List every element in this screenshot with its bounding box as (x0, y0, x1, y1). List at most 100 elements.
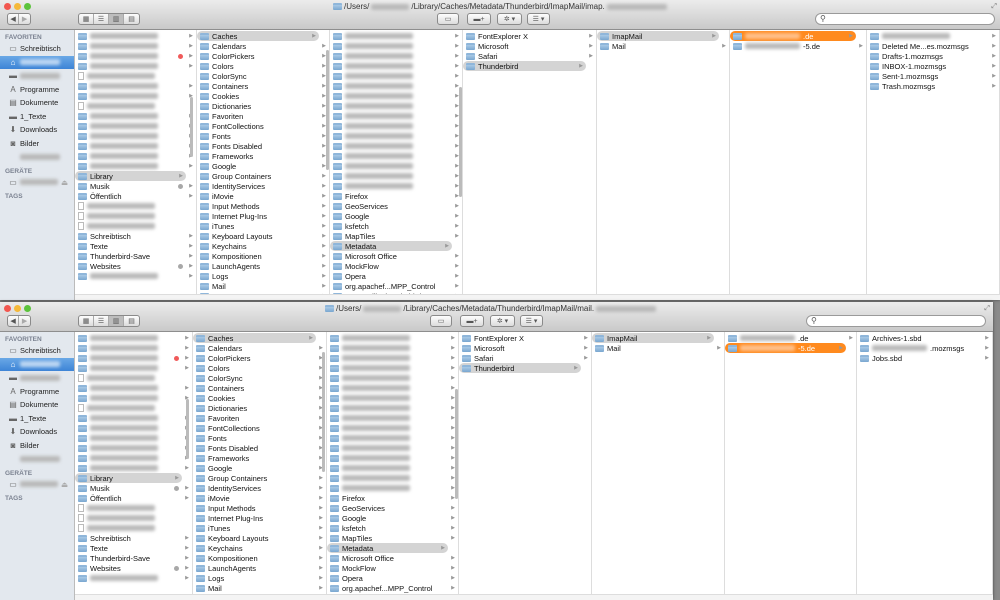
list-item[interactable]: Fonts▶ (193, 433, 326, 443)
sidebar-item[interactable]: A Programme (0, 385, 74, 399)
column-view-icon[interactable]: ▥ (109, 14, 125, 24)
list-item[interactable]: Keyboard Layouts ▶ (197, 231, 329, 241)
arrange-button[interactable]: ☰ ▾ (527, 13, 550, 25)
list-item[interactable]: ▶ (75, 383, 192, 393)
sidebar-item[interactable] (0, 150, 74, 164)
list-item[interactable]: ImapMail ▶ (592, 333, 714, 343)
list-item[interactable]: Thunderbird ▶ (463, 61, 586, 71)
list-item[interactable]: Microsoft Office ▶ (330, 251, 462, 261)
list-item[interactable]: Fonts▶ (197, 131, 329, 141)
list-item[interactable]: Safari ▶ (459, 353, 591, 363)
list-item[interactable]: ColorSync▶ (193, 373, 326, 383)
list-item[interactable]: Musik ▶ (75, 181, 196, 191)
list-item[interactable]: Google▶ (197, 161, 329, 171)
list-item[interactable]: Group Containers ▶ (193, 473, 326, 483)
list-item[interactable]: Texte ▶ (75, 241, 196, 251)
forward-icon[interactable]: ▶ (19, 14, 30, 24)
list-item[interactable]: ▶ (75, 141, 196, 151)
list-item[interactable]: Kompositionen ▶ (193, 553, 326, 563)
back-forward-buttons[interactable]: ◀ ▶ (7, 13, 31, 25)
list-item[interactable]: Fonts Disabled▶ (197, 141, 329, 151)
fullscreen-icon[interactable]: ⤢ (991, 3, 997, 11)
vertical-scrollbar[interactable] (186, 398, 189, 459)
list-item[interactable]: ▶ (330, 151, 462, 161)
list-item[interactable]: Dictionaries▶ (193, 403, 326, 413)
coverflow-view-icon[interactable]: ▤ (124, 316, 139, 326)
list-item[interactable]: Cookies▶ (193, 393, 326, 403)
list-item[interactable]: ▶ (327, 403, 458, 413)
list-item[interactable]: ▶ (75, 61, 196, 71)
list-item[interactable]: Deleted Me...es.mozmsgs ▶ (867, 41, 999, 51)
list-item[interactable]: MockFlow ▶ (327, 563, 458, 573)
list-item[interactable]: GeoServices ▶ (327, 503, 458, 513)
sidebar-item[interactable]: ◙ Bilder (0, 137, 74, 151)
list-item[interactable]: MockFlow ▶ (330, 261, 462, 271)
list-item[interactable]: .mozmsgs ▶ (857, 343, 992, 353)
list-item[interactable]: ▶ (75, 161, 196, 171)
list-item[interactable]: ▶ (327, 473, 458, 483)
list-item[interactable]: ▶ (75, 111, 196, 121)
list-item[interactable]: ▶ (327, 453, 458, 463)
list-item[interactable]: Trash.mozmsgs ▶ (867, 81, 999, 91)
list-item[interactable]: Favoriten▶ (197, 111, 329, 121)
sidebar-item[interactable]: ⌂ (0, 55, 74, 69)
list-item[interactable]: ▶ (75, 131, 196, 141)
list-item[interactable]: MapTiles ▶ (327, 533, 458, 543)
list-item[interactable]: ▶ (327, 393, 458, 403)
sidebar-item[interactable]: ▬ (0, 69, 74, 83)
close-button[interactable] (4, 3, 11, 10)
list-item[interactable]: ▶ (330, 51, 462, 61)
back-icon[interactable]: ◀ (8, 316, 20, 326)
sidebar-item[interactable]: ▭ Schreibtisch (0, 42, 74, 56)
list-item[interactable]: Öffentlich ▶ (75, 493, 192, 503)
list-item[interactable]: FontCollections▶ (197, 121, 329, 131)
list-item[interactable]: ▶ (75, 121, 196, 131)
list-item[interactable]: -5.de ▶ (730, 41, 866, 51)
list-item[interactable]: Favoriten▶ (193, 413, 326, 423)
list-item[interactable]: Containers▶ (193, 383, 326, 393)
back-icon[interactable]: ◀ (8, 14, 20, 24)
list-item[interactable] (75, 513, 192, 523)
list-item[interactable]: Input Methods ▶ (193, 503, 326, 513)
minimize-button[interactable] (14, 3, 21, 10)
sidebar-item[interactable] (0, 452, 74, 466)
list-item[interactable]: Schreibtisch ▶ (75, 533, 192, 543)
list-item[interactable]: .de ▶ (725, 333, 856, 343)
list-item[interactable]: ▶ (75, 271, 196, 281)
list-item[interactable]: IdentityServices ▶ (193, 483, 326, 493)
list-item[interactable]: Cookies▶ (197, 91, 329, 101)
list-item[interactable]: ▶ (75, 91, 196, 101)
list-item[interactable]: Microsoft ▶ (463, 41, 596, 51)
list-item[interactable]: ▶ (330, 71, 462, 81)
list-item[interactable]: Dictionaries▶ (197, 101, 329, 111)
list-view-icon[interactable]: ☰ (94, 14, 110, 24)
vertical-scrollbar[interactable] (326, 50, 329, 170)
list-item[interactable]: ▶ (330, 91, 462, 101)
list-item[interactable]: ▶ (75, 51, 196, 61)
sidebar-item[interactable]: ◙ Bilder (0, 439, 74, 453)
list-item[interactable]: iMovie ▶ (193, 493, 326, 503)
list-item[interactable]: ColorPickers▶ (193, 353, 326, 363)
list-item[interactable] (75, 201, 196, 211)
list-item[interactable]: INBOX-1.mozmsgs ▶ (867, 61, 999, 71)
icon-view-icon[interactable]: ▦ (79, 14, 95, 24)
list-item[interactable]: ColorPickers▶ (197, 51, 329, 61)
sidebar-item[interactable]: ▤ Dokumente (0, 96, 74, 110)
zoom-button[interactable] (24, 305, 31, 312)
icon-view-icon[interactable]: ▦ (79, 316, 95, 326)
minimize-button[interactable] (14, 305, 21, 312)
list-item[interactable]: ▶ (327, 413, 458, 423)
list-item[interactable]: Schreibtisch ▶ (75, 231, 196, 241)
list-item[interactable]: Google▶ (193, 463, 326, 473)
list-item[interactable]: Kompositionen ▶ (197, 251, 329, 261)
list-item[interactable]: ▶ (75, 31, 196, 41)
list-item[interactable]: Websites ▶ (75, 563, 192, 573)
list-item[interactable]: ▶ (75, 453, 192, 463)
list-item[interactable]: Firefox ▶ (327, 493, 458, 503)
list-item[interactable]: ▶ (75, 343, 192, 353)
list-item[interactable]: ▶ (330, 171, 462, 181)
forward-icon[interactable]: ▶ (19, 316, 30, 326)
list-item[interactable]: ▶ (330, 121, 462, 131)
list-item[interactable]: Microsoft ▶ (459, 343, 591, 353)
list-item[interactable]: Google▶ (327, 513, 458, 523)
